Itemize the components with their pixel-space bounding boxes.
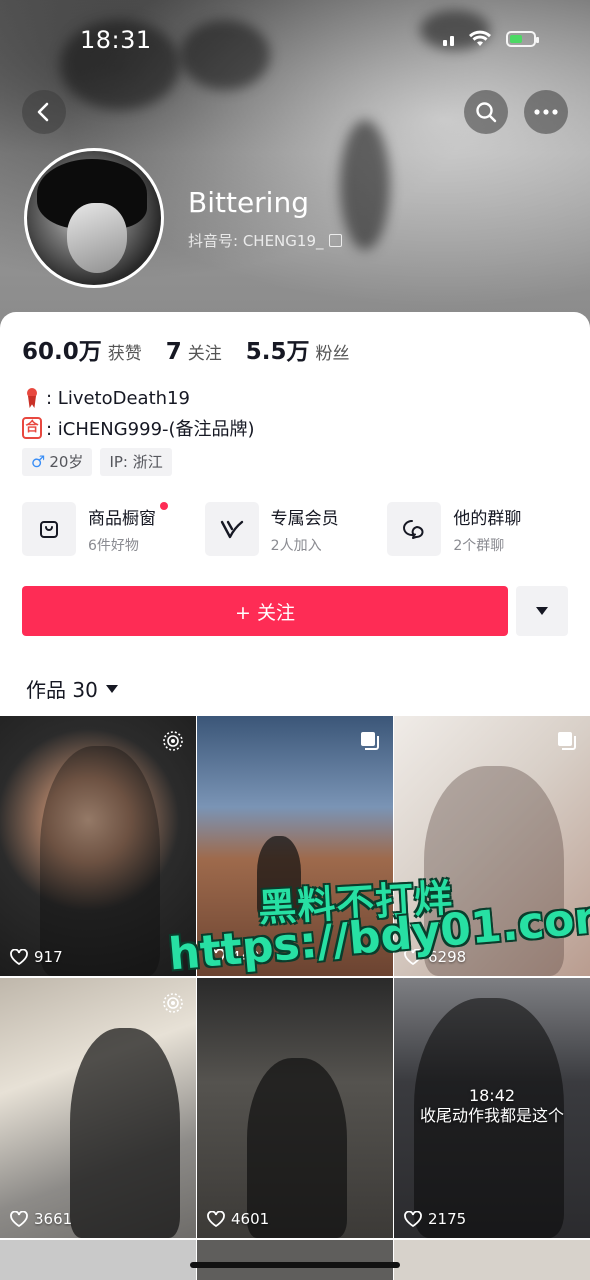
stats-row: 60.0万 获赞 7 关注 5.5万 粉丝 xyxy=(22,332,374,366)
stat-label: 粉丝 xyxy=(315,344,350,364)
stat-value: 60.0万 xyxy=(22,339,102,365)
heart-icon xyxy=(10,949,28,965)
stat-value: 5.5万 xyxy=(245,339,310,365)
profile-cover: 18:31 Bittering 抖音号: CHENG19_ xyxy=(0,0,590,340)
search-button[interactable] xyxy=(464,90,508,134)
feature-title: 他的群聊 xyxy=(453,508,522,529)
video-tile[interactable]: 4601 xyxy=(197,978,393,1238)
status-icons xyxy=(443,30,539,48)
chevron-left-icon xyxy=(37,102,49,122)
gallery-icon xyxy=(361,732,379,750)
feature-sub: 6件好物 xyxy=(88,537,139,554)
ip-tag: IP: 浙江 xyxy=(100,448,172,476)
bag-icon xyxy=(40,521,58,538)
stat-likes[interactable]: 60.0万 获赞 xyxy=(22,332,142,366)
stat-following[interactable]: 7 关注 xyxy=(166,339,222,365)
bio-text: : iCHENG999-(备注品牌) xyxy=(46,419,255,440)
stat-label: 获赞 xyxy=(107,344,142,364)
gender-age-tag: ♂ 20岁 xyxy=(22,448,93,476)
notification-dot xyxy=(160,501,168,510)
chat-icon xyxy=(403,520,424,539)
caret-down-icon xyxy=(105,684,118,693)
avatar[interactable] xyxy=(24,148,164,288)
gallery-icon xyxy=(558,732,576,750)
male-icon: ♂ xyxy=(31,452,46,471)
video-tile[interactable]: 3661 xyxy=(0,978,196,1238)
like-count: 3661 xyxy=(10,1210,72,1228)
video-caption: 18:42 收尾动作我都是这个 xyxy=(419,1086,564,1125)
ribbon-icon xyxy=(25,388,39,408)
video-tile[interactable] xyxy=(197,1240,393,1280)
stat-followers[interactable]: 5.5万 粉丝 xyxy=(246,332,350,366)
back-button[interactable] xyxy=(22,90,66,134)
live-icon xyxy=(163,993,183,1013)
status-bar: 18:31 xyxy=(0,22,590,62)
like-count: 2175 xyxy=(404,1210,466,1228)
feature-title: 商品橱窗 xyxy=(88,501,168,529)
more-button[interactable] xyxy=(524,90,568,134)
stat-label: 关注 xyxy=(187,344,222,364)
feature-membership[interactable]: 专属会员 2人加入 xyxy=(204,502,388,556)
wifi-icon xyxy=(469,30,491,46)
more-dots-icon xyxy=(534,109,558,115)
bio-line: : LivetoDeath19 xyxy=(22,384,255,412)
feature-icon-box xyxy=(387,502,442,556)
home-indicator xyxy=(190,1262,400,1268)
profile-nickname: Bittering xyxy=(188,186,309,219)
stat-value: 7 xyxy=(165,339,182,365)
heart-icon xyxy=(404,1211,422,1227)
live-icon xyxy=(163,731,183,751)
like-count: 917 xyxy=(10,948,63,966)
video-tile[interactable]: 18:42 收尾动作我都是这个 2175 xyxy=(394,978,590,1238)
bio-text: : LivetoDeath19 xyxy=(46,387,190,409)
profile-sheet: 60.0万 获赞 7 关注 5.5万 粉丝 : LivetoDeath19 合 … xyxy=(0,312,590,1280)
feature-shop-window[interactable]: 商品橱窗 6件好物 xyxy=(22,501,205,556)
feature-group-chat[interactable]: 他的群聊 2个群聊 xyxy=(387,502,570,556)
bio: : LivetoDeath19 合 : iCHENG999-(备注品牌) xyxy=(22,384,255,444)
battery-icon xyxy=(506,31,539,47)
search-icon xyxy=(476,102,497,123)
bio-line: 合 : iCHENG999-(备注品牌) xyxy=(22,414,255,442)
profile-tags: ♂ 20岁 IP: 浙江 xyxy=(22,448,172,476)
works-tab-label: 作品 30 xyxy=(26,678,98,702)
caret-down-icon xyxy=(536,607,548,615)
feature-sub: 2人加入 xyxy=(270,537,322,554)
video-grid: 917 4437 6298 3661 4601 18:42 收尾动作我都是这个 … xyxy=(0,716,590,1280)
douyin-id[interactable]: 抖音号: CHENG19_ xyxy=(188,230,343,251)
gender-age-text: 20岁 xyxy=(49,453,84,471)
feature-icon-box xyxy=(204,502,259,556)
douyin-id-text: 抖音号: CHENG19_ xyxy=(188,232,324,250)
follow-button[interactable]: + 关注 xyxy=(22,586,508,636)
copy-icon[interactable] xyxy=(329,234,343,247)
feature-title: 专属会员 xyxy=(270,508,339,529)
video-tile[interactable] xyxy=(394,1240,590,1280)
tab-works[interactable]: 作品 30 xyxy=(26,674,118,703)
ban-icon: 合 xyxy=(22,417,42,439)
vip-icon xyxy=(220,520,243,539)
feature-icon-box xyxy=(22,502,76,556)
heart-icon xyxy=(207,1211,225,1227)
recommend-dropdown-button[interactable] xyxy=(516,586,568,636)
cellular-signal-icon xyxy=(443,32,454,46)
video-tile[interactable] xyxy=(0,1240,196,1280)
status-time: 18:31 xyxy=(80,26,152,54)
feature-row: 商品橱窗 6件好物 专属会员 2人加入 他的群聊 2个群聊 xyxy=(22,501,570,556)
heart-icon xyxy=(10,1211,28,1227)
feature-sub: 2个群聊 xyxy=(453,537,505,554)
like-count: 4601 xyxy=(207,1210,269,1228)
